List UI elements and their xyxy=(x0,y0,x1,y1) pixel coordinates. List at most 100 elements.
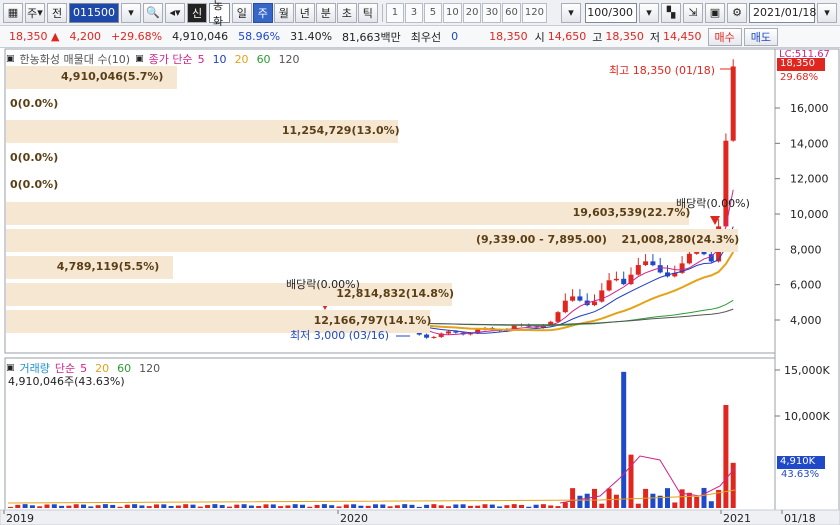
multiplier-3[interactable]: 10 xyxy=(442,2,462,23)
speaker-icon[interactable]: ◂▾ xyxy=(165,2,185,23)
ma-price-text: (9,339.00 - 7,895.00) xyxy=(476,233,607,246)
code-dropdown-icon[interactable]: ▾ xyxy=(121,2,141,23)
gear-icon[interactable]: ⚙ xyxy=(727,2,747,23)
calendar-dropdown-icon[interactable]: ▾ xyxy=(817,2,837,23)
ma-period-1: 10 xyxy=(212,52,227,66)
volume-bar xyxy=(175,505,181,508)
period-tab-0[interactable]: 일 xyxy=(231,2,252,23)
volume-profile-label: 11,254,729(13.0%) xyxy=(281,124,400,138)
period-tab-2[interactable]: 월 xyxy=(273,2,294,23)
multiplier-0[interactable]: 1 xyxy=(385,2,404,23)
market-select[interactable]: 주 ▾ xyxy=(25,2,45,23)
candle xyxy=(577,296,583,301)
panel-toggle-icon[interactable]: ▣ xyxy=(135,54,144,64)
volume-bar xyxy=(263,504,269,508)
volume-bar xyxy=(650,493,656,508)
search-icon[interactable]: 🔍 xyxy=(143,2,163,23)
volume-bar xyxy=(409,504,415,508)
volume-bar xyxy=(95,505,101,508)
period-tab-4[interactable]: 분 xyxy=(315,2,336,23)
volume-bar xyxy=(373,504,378,508)
multiplier-dropdown-icon[interactable]: ▾ xyxy=(561,2,581,23)
sell-button[interactable]: 매도 xyxy=(743,27,779,46)
multiplier-6[interactable]: 60 xyxy=(502,2,521,23)
volume-bar xyxy=(154,504,159,508)
panel-toggle-icon[interactable]: ▣ xyxy=(6,363,15,373)
prev-button[interactable]: 전 xyxy=(47,2,67,23)
high-label: 고 xyxy=(592,30,603,44)
data-count-field[interactable]: 100/300 xyxy=(585,2,637,23)
volume-profile-label: 12,166,797(14.1%) xyxy=(313,313,432,327)
volume-bar xyxy=(475,505,481,508)
volume-bar xyxy=(723,404,729,508)
volume-bar xyxy=(197,506,203,508)
volume-bar xyxy=(540,504,546,508)
volume-bar xyxy=(365,505,371,508)
date-field[interactable]: 2021/01/18 xyxy=(749,2,816,23)
buy-button[interactable]: 매수 xyxy=(707,27,742,46)
multiplier-1[interactable]: 3 xyxy=(404,2,423,23)
ma-legend-label: 종가 단순 xyxy=(148,53,193,66)
ask-price: 18,350 xyxy=(489,30,528,43)
volume-bar xyxy=(519,504,524,508)
volume-bar xyxy=(665,488,670,508)
volume-bar xyxy=(88,506,94,508)
chart-tools-icon[interactable]: ▚ xyxy=(661,2,681,23)
volume-bar xyxy=(460,504,466,508)
stock-name-field[interactable]: 한농화성 xyxy=(209,0,230,44)
candle xyxy=(650,261,656,266)
multiplier-5[interactable]: 30 xyxy=(482,2,502,23)
volume-bar xyxy=(446,506,451,508)
layout-icon[interactable]: ▦ xyxy=(3,2,23,23)
volume-bar xyxy=(402,504,408,508)
low-label: 저 xyxy=(649,30,661,44)
multiplier-4[interactable]: 20 xyxy=(462,2,482,23)
count-dropdown-icon[interactable]: ▾ xyxy=(639,2,659,23)
volume-bar xyxy=(314,504,320,508)
candle xyxy=(643,261,649,266)
market-label: 주 xyxy=(27,6,38,20)
volume-bar xyxy=(256,505,262,508)
volume-bar xyxy=(321,504,327,508)
volume-bar xyxy=(139,505,145,508)
period-tab-6[interactable]: 틱 xyxy=(357,2,378,23)
volume-bar xyxy=(307,506,313,508)
candle xyxy=(730,66,736,141)
volume-bar xyxy=(146,506,152,508)
stock-code-input[interactable]: 011500 xyxy=(69,2,119,23)
volume-bar xyxy=(227,506,232,508)
volume-bar xyxy=(183,504,189,508)
volume-current: 4,910,046주(43.63%) xyxy=(8,375,125,388)
volume-bar xyxy=(270,504,276,508)
candle xyxy=(570,296,576,301)
period-tab-3[interactable]: 년 xyxy=(294,2,315,23)
multiplier-7[interactable]: 120 xyxy=(521,2,547,23)
period-tab-1[interactable]: 주 xyxy=(252,2,273,23)
volume-y-tick-label: 10,000K xyxy=(784,410,830,423)
volume-profile-label: 0(0.0%) xyxy=(10,151,59,165)
volume-bar xyxy=(701,487,707,508)
candle xyxy=(723,140,729,227)
save-icon[interactable]: ▣ xyxy=(705,2,725,23)
open-value: 14,650 xyxy=(547,30,587,43)
volume-profile-legend: 한농화성 매물대 수(10) xyxy=(19,53,131,66)
chart-area[interactable]: 16,000 14,000 12,000 10,000 8,000 6,000 4,000 1… xyxy=(0,48,840,525)
low-annotation: 최저 3,000 (03/16) xyxy=(290,329,390,342)
volume-bar xyxy=(168,505,174,508)
volume-bar xyxy=(548,505,554,508)
volume-bar xyxy=(190,504,196,508)
x-tick-label: 2019 xyxy=(6,512,34,525)
last-volume-pct: 43.63% xyxy=(781,469,820,480)
price-legend: ▣ 한농화성 매물대 수(10) ▣ 종가 단순 5 10 20 60 120 xyxy=(6,51,300,67)
multiplier-2[interactable]: 5 xyxy=(423,2,442,23)
panel-toggle-icon[interactable]: ▣ xyxy=(6,54,15,64)
candle xyxy=(562,300,568,313)
volume-bar xyxy=(358,505,364,508)
volume-bar xyxy=(679,489,685,508)
volume-bar xyxy=(453,504,459,508)
period-tab-5[interactable]: 초 xyxy=(336,2,357,23)
last-pct-tag: 29.68% xyxy=(780,72,819,83)
volume-bar xyxy=(672,502,678,508)
y-tick-label: 16,000 xyxy=(790,102,829,115)
crosshair-icon[interactable]: ⇲ xyxy=(683,2,703,23)
